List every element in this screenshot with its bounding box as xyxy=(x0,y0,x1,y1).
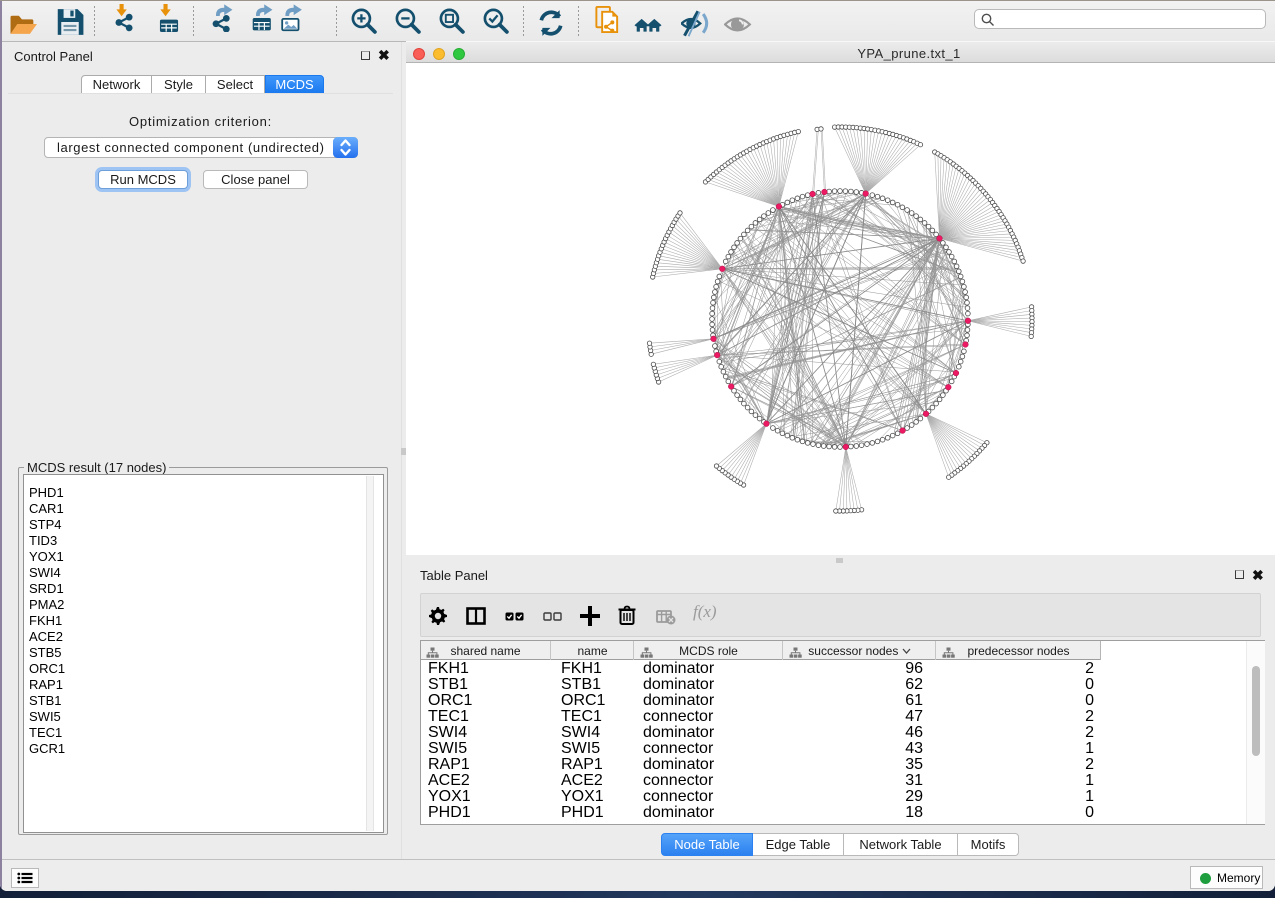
svg-text:f(x): f(x) xyxy=(693,602,717,621)
